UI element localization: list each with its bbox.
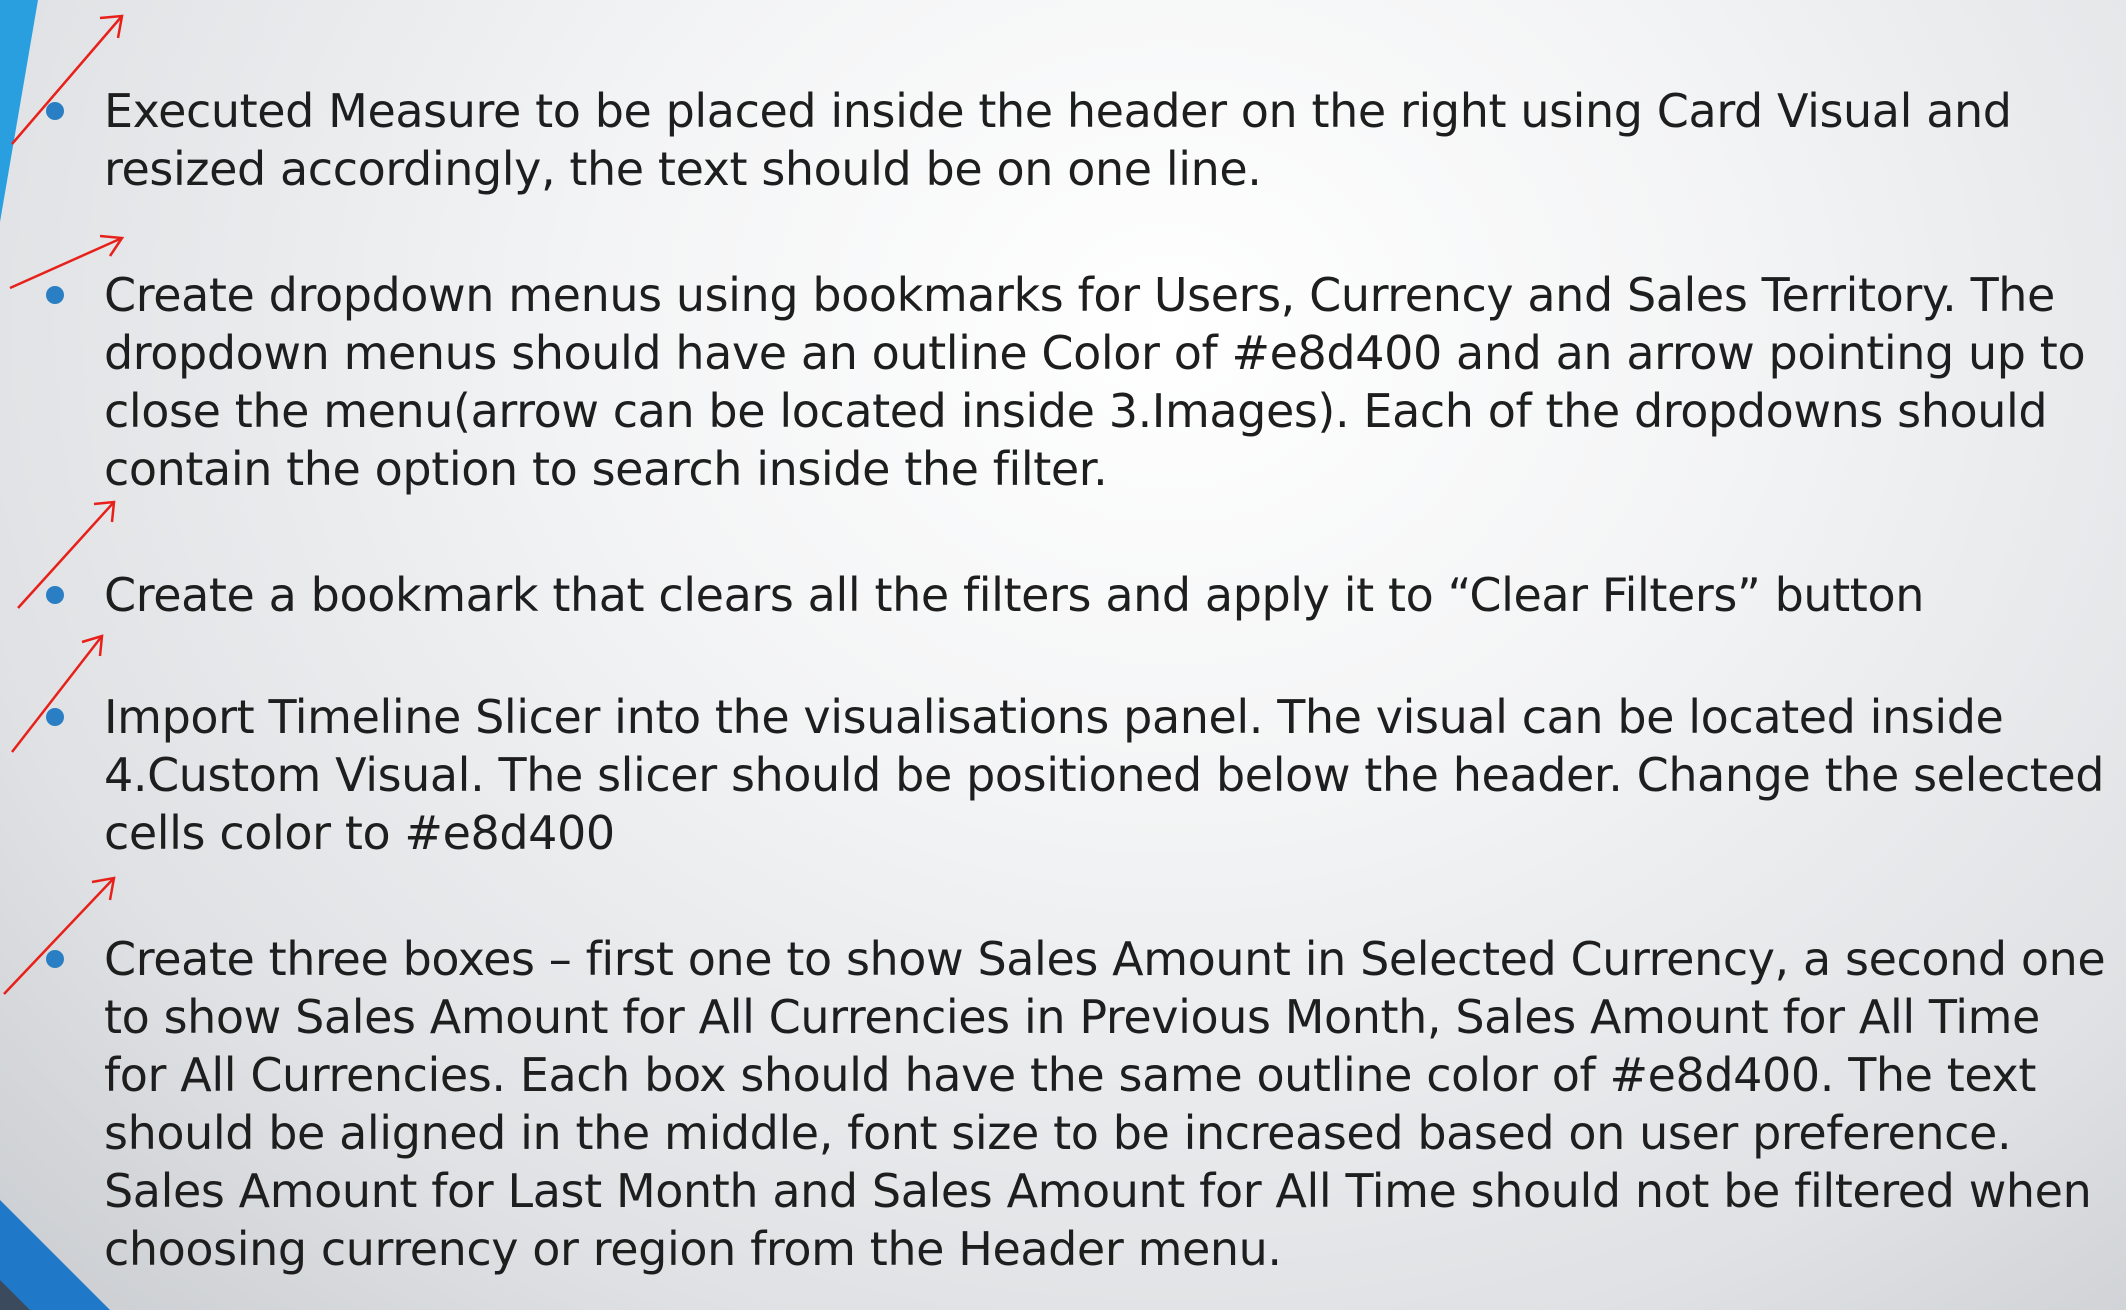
bullet-item-dropdown-menus: Create dropdown menus using bookmarks fo… xyxy=(9,234,2114,498)
bullet-item-executed-measure: Executed Measure to be placed inside the… xyxy=(11,14,2114,198)
check-mark-icon xyxy=(3,876,116,995)
bullet-text: Executed Measure to be placed inside the… xyxy=(104,84,2012,196)
slide: Executed Measure to be placed inside the… xyxy=(0,0,2126,1310)
bullet-text: Import Timeline Slicer into the visualis… xyxy=(104,690,2105,860)
check-mark-icon xyxy=(11,14,124,145)
bullet-item-clear-filters: Create a bookmark that clears all the fi… xyxy=(17,500,2114,624)
bullet-text: Create three boxes – first one to show S… xyxy=(104,932,2106,1276)
check-mark-icon xyxy=(17,500,116,609)
bullet-list: Executed Measure to be placed inside the… xyxy=(3,14,2114,1278)
bullet-item-three-boxes: Create three boxes – first one to show S… xyxy=(3,876,2114,1278)
bullet-text: Create dropdown menus using bookmarks fo… xyxy=(104,268,2086,496)
bullet-text: Create a bookmark that clears all the fi… xyxy=(104,568,1924,622)
check-mark-icon xyxy=(9,234,125,290)
accent-corner-bottom-left xyxy=(0,1200,110,1310)
check-mark-icon xyxy=(11,634,104,753)
bullet-item-timeline-slicer: Import Timeline Slicer into the visualis… xyxy=(11,634,2114,862)
